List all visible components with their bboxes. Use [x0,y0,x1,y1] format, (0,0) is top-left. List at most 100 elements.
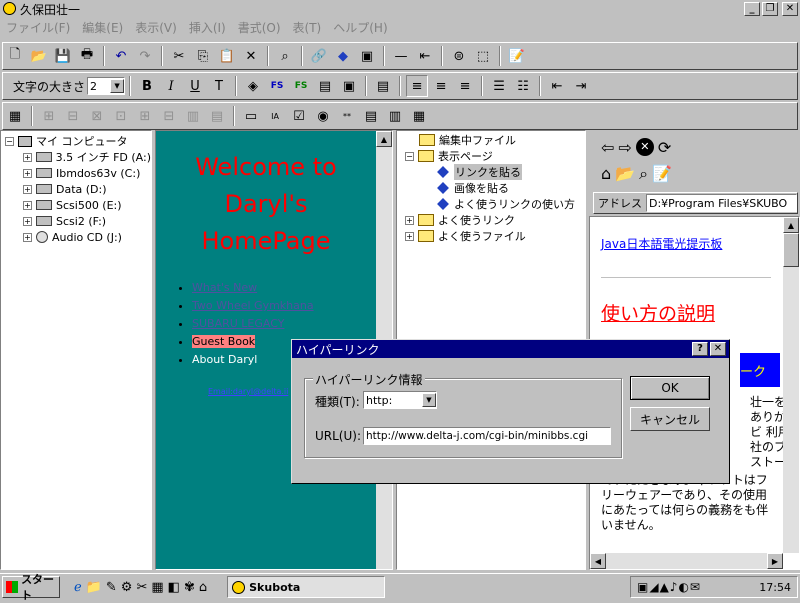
table-op3-icon[interactable]: ⊠ [86,105,108,127]
tree-item[interactable]: + Data (D:) [1,181,151,197]
ok-button[interactable]: OK [630,376,710,400]
checkbox-icon[interactable]: ☑ [288,105,310,127]
radio-icon[interactable]: ◉ [312,105,334,127]
tool-icon[interactable]: ⚙ [121,580,133,595]
frame-icon[interactable]: ⬚ [472,45,494,67]
underline-icon[interactable]: U [184,75,206,97]
close-icon[interactable]: ✕ [782,2,798,16]
open-folder-icon[interactable]: 📂 [28,45,50,67]
edit-icon[interactable]: 📝 [652,164,672,184]
dropdown-arrow-icon[interactable]: ▼ [422,393,436,407]
help-icon[interactable]: ? [692,342,708,356]
outdent-icon[interactable]: ⇤ [546,75,568,97]
minimize-icon[interactable]: _ [744,2,760,16]
tree-item[interactable]: 画像を貼る [397,180,585,196]
type-select[interactable]: http: ▼ [363,391,437,409]
list-item[interactable]: What's New [192,281,257,294]
tree-item[interactable]: 編集中ファイル [397,132,585,148]
tree-item[interactable]: よく使うリンクの使い方 [397,196,585,212]
text-field-icon[interactable]: IA [264,105,286,127]
bookmark-icon[interactable]: ◆ [332,45,354,67]
table-op7-icon[interactable]: ▥ [182,105,204,127]
scroll-left-icon[interactable]: ◀ [590,553,606,569]
table-op1-icon[interactable]: ⊞ [38,105,60,127]
tree-item[interactable]: リンクを貼る [397,164,585,180]
paint-icon[interactable]: ✾ [184,580,195,595]
menu-edit[interactable]: 編集(E) [76,19,129,36]
image-icon[interactable]: ▣ [356,45,378,67]
new-file-icon[interactable]: 🗋 [4,45,26,67]
email-link[interactable]: Email:daryl@delta.ii [208,387,288,396]
menu-format[interactable]: 書式(O) [232,19,287,36]
text-style-icon[interactable]: T [208,75,230,97]
scroll-thumb[interactable] [783,233,799,267]
italic-icon[interactable]: I [160,75,182,97]
tray-icons[interactable]: ▣◢▲♪◐✉ [637,580,701,594]
align-left-icon[interactable]: ≡ [406,75,429,97]
numbered-list-icon[interactable]: ☷ [512,75,534,97]
task-button-skubota[interactable]: Skubota [227,576,386,598]
form-icon[interactable]: ▦ [408,105,430,127]
dialog-close-icon[interactable]: ✕ [710,342,726,356]
redo-icon[interactable]: ↷ [134,45,156,67]
undo-icon[interactable]: ↶ [110,45,132,67]
align-right-icon[interactable]: ≡ [454,75,476,97]
menu-file[interactable]: ファイル(F) [0,19,76,36]
link-icon[interactable]: 🔗 [308,45,330,67]
print-icon[interactable]: 🖶 [76,45,98,67]
cancel-button[interactable]: キャンセル [630,407,710,431]
menu-table[interactable]: 表(T) [287,19,328,36]
fs-icon[interactable]: FS [266,75,288,97]
preview-icon[interactable]: ⊜ [448,45,470,67]
dropdown-arrow-icon[interactable]: ▼ [110,79,125,93]
insert-arrow-icon[interactable]: ⇤ [414,45,436,67]
explorer-icon[interactable]: 📁 [86,580,102,595]
scroll-up-icon[interactable]: ▲ [376,131,392,147]
refresh-icon[interactable]: ⟳ [658,138,671,157]
tree-item[interactable]: + Audio CD (J:) [1,229,151,245]
list-item[interactable]: Guest Book [192,335,256,348]
url-input[interactable]: http://www.delta-j.com/cgi-bin/minibbs.c… [363,427,611,445]
home-icon[interactable]: ⌂ [601,164,611,184]
browser-link[interactable]: Java日本語電光提示板 [601,235,722,252]
open-icon[interactable]: 📂 [615,164,635,184]
font-size-select[interactable]: 2 ▼ [87,77,126,95]
start-button[interactable]: スタート [2,573,60,602]
tree-item[interactable]: + Scsi2 (F:) [1,213,151,229]
search-icon[interactable]: ⌕ [639,164,648,184]
cut-icon[interactable]: ✂ [168,45,190,67]
find-icon[interactable]: ⌕ [274,45,296,67]
app-icon[interactable] [3,2,16,15]
edit-note-icon[interactable]: 📝 [506,45,528,67]
tree-item[interactable]: + よく使うファイル [397,228,585,244]
scroll-up-icon[interactable]: ▲ [783,217,799,233]
browser-hscroll[interactable]: ◀ ▶ [590,553,783,569]
password-icon[interactable]: ** [336,105,358,127]
color-icon[interactable]: ◈ [242,75,264,97]
tree-item[interactable]: + よく使うリンク [397,212,585,228]
save-icon[interactable]: 💾 [52,45,74,67]
fs2-icon[interactable]: FS [290,75,312,97]
restore-icon[interactable]: ❐ [762,2,778,16]
browser-vscroll[interactable]: ▲ [783,217,799,553]
scissors-icon[interactable]: ✂ [136,580,147,595]
table-op8-icon[interactable]: ▤ [206,105,228,127]
menu-insert[interactable]: 挿入(I) [183,19,232,36]
delete-icon[interactable]: ✕ [240,45,262,67]
tree-item[interactable]: − 表示ページ [397,148,585,164]
home-app-icon[interactable]: ⌂ [199,580,207,595]
table-op4-icon[interactable]: ⊡ [110,105,132,127]
stop-icon[interactable]: ✕ [635,138,654,156]
table-op5-icon[interactable]: ⊞ [134,105,156,127]
align-center-icon[interactable]: ≡ [430,75,452,97]
bold-icon[interactable]: B [136,75,158,97]
ie-icon[interactable]: ℯ [74,580,82,595]
table-op2-icon[interactable]: ⊟ [62,105,84,127]
grid-icon[interactable]: ▦ [151,580,163,595]
form-button-icon[interactable]: ▭ [240,105,262,127]
indent-icon[interactable]: ⇥ [570,75,592,97]
tree-item[interactable]: + Scsi500 (E:) [1,197,151,213]
list-item[interactable]: Two Wheel Gymkhana [192,299,314,312]
page-icon[interactable]: ▤ [372,75,394,97]
horizontal-rule-icon[interactable]: — [390,45,412,67]
